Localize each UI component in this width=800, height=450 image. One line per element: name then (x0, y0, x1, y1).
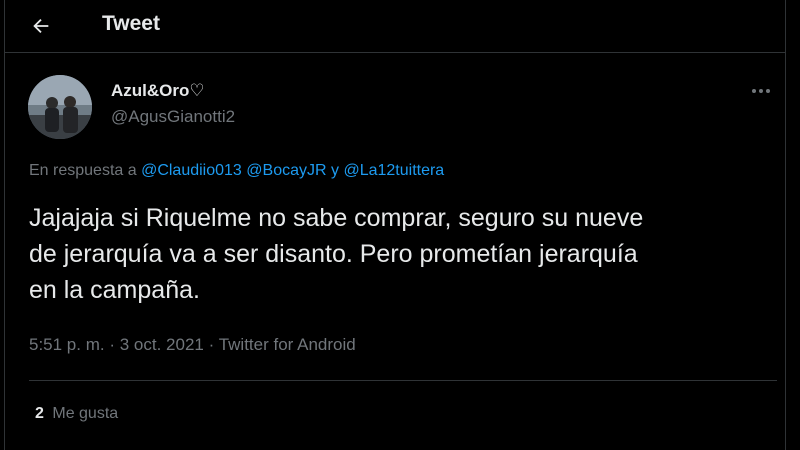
tweet-time[interactable]: 5:51 p. m. (29, 335, 105, 354)
meta-separator: · (109, 335, 116, 354)
mention-link[interactable]: @Claudiio013 (141, 162, 242, 179)
page-title: Tweet (102, 12, 160, 35)
likes-label: Me gusta (52, 405, 119, 422)
mention-link[interactable]: @BocayJR (246, 162, 326, 179)
likes-link[interactable]: 2 Me gusta (35, 403, 118, 425)
back-button[interactable] (23, 8, 59, 44)
meta-separator: · (208, 335, 215, 354)
tweet-metadata: 5:51 p. m. · 3 oct. 2021 · Twitter for A… (29, 334, 356, 356)
user-handle[interactable]: @AgusGianotti2 (111, 106, 235, 128)
reply-context: En respuesta a @Claudiio013 @BocayJR y @… (29, 160, 444, 182)
avatar[interactable] (28, 75, 92, 139)
arrow-left-icon (33, 18, 49, 34)
mention-link[interactable]: @La12tuittera (343, 162, 444, 179)
tweet-text-line: en la campaña. (29, 276, 200, 304)
tweet-text: Jajajaja si Riquelme no sabe comprar, se… (29, 200, 774, 308)
reply-prefix: En respuesta a (29, 162, 137, 179)
tweet-text-line: Jajajaja si Riquelme no sabe comprar, se… (29, 204, 644, 232)
divider (29, 380, 777, 381)
tweet-source[interactable]: Twitter for Android (219, 335, 356, 354)
tweet-text-line: de jerarquía va a ser disanto. Pero prom… (29, 240, 638, 268)
likes-count: 2 (35, 405, 44, 422)
display-name[interactable]: Azul&Oro♡ (111, 80, 205, 102)
page-header: Tweet (5, 0, 785, 53)
more-options-button[interactable] (743, 78, 779, 104)
tweet-page: Tweet Azul&Oro♡ @AgusGianotti2 En respue… (0, 0, 800, 450)
tweet-date[interactable]: 3 oct. 2021 (120, 335, 204, 354)
more-horizontal-icon (752, 89, 770, 93)
avatar-photo (28, 75, 92, 139)
main-column: Tweet Azul&Oro♡ @AgusGianotti2 En respue… (4, 0, 786, 450)
reply-conjunction: y (331, 162, 339, 179)
